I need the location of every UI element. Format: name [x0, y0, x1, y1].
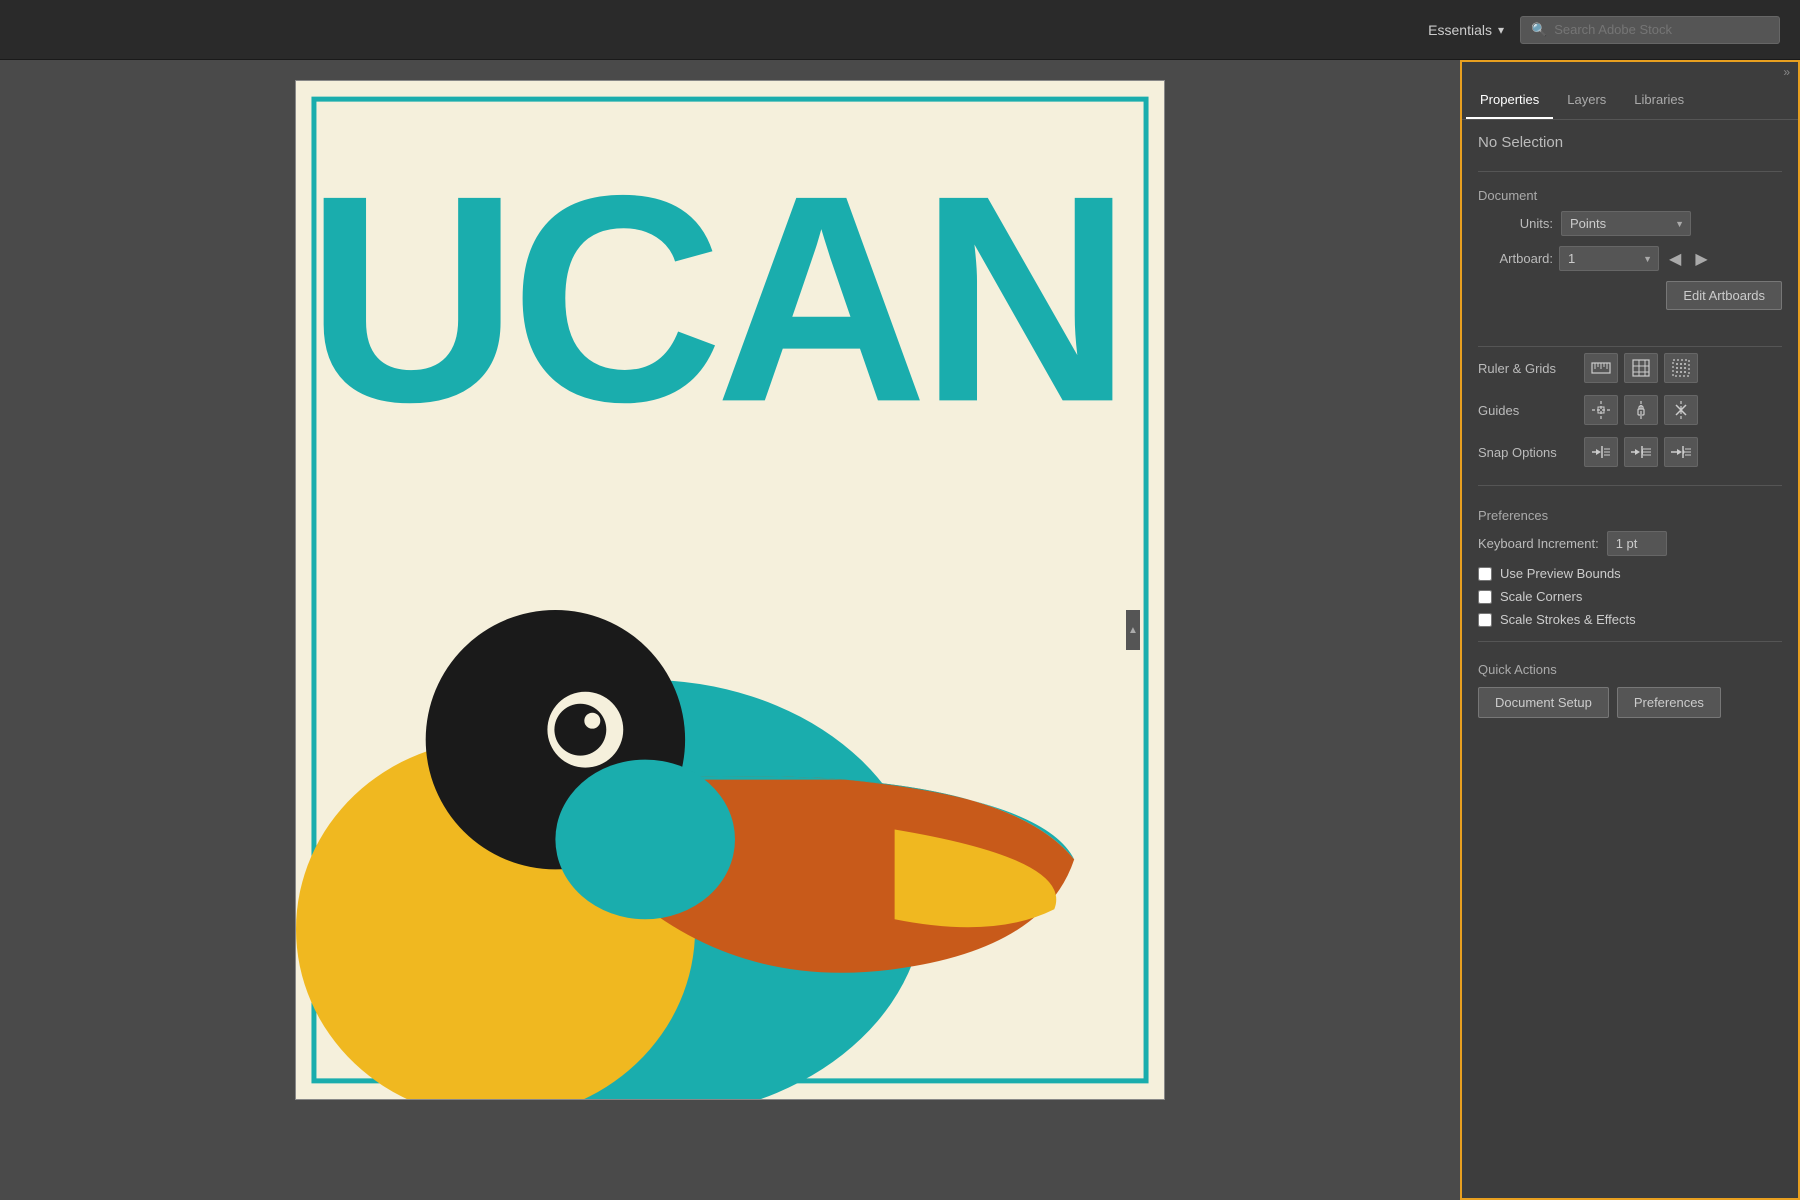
scale-corners-row: Scale Corners [1478, 589, 1782, 604]
search-bar: 🔍 [1520, 16, 1780, 44]
collapse-icon: ▲ [1128, 625, 1138, 636]
scale-strokes-effects-checkbox[interactable] [1478, 613, 1492, 627]
artwork-svg: UCAN [296, 81, 1164, 1099]
guides-label: Guides [1478, 403, 1578, 418]
units-label: Units: [1478, 216, 1553, 231]
divider-2 [1478, 346, 1782, 347]
no-selection-label: No Selection [1478, 134, 1782, 151]
scale-strokes-effects-row: Scale Strokes & Effects [1478, 612, 1782, 627]
edit-artboards-row: Edit Artboards [1478, 281, 1782, 326]
snap-icon-1 [1590, 442, 1612, 462]
essentials-button[interactable]: Essentials ▾ [1428, 22, 1504, 38]
snap-button-3[interactable] [1664, 437, 1698, 467]
search-icon: 🔍 [1531, 22, 1547, 38]
quick-actions-buttons: Document Setup Preferences [1478, 687, 1782, 718]
divider-3 [1478, 485, 1782, 486]
svg-text:UCAN: UCAN [306, 135, 1124, 463]
artwork-canvas: UCAN [295, 80, 1165, 1100]
snap-button-2[interactable] [1624, 437, 1658, 467]
guides-row: Guides [1478, 395, 1782, 425]
artboard-prev-button[interactable]: ◀ [1665, 247, 1685, 271]
document-setup-button[interactable]: Document Setup [1478, 687, 1609, 718]
quick-actions-section: Quick Actions Document Setup Preferences [1478, 662, 1782, 718]
units-select-wrapper: Points Pixels Inches Centimeters Millime… [1561, 211, 1691, 236]
scale-corners-label[interactable]: Scale Corners [1500, 589, 1582, 604]
artboard-label: Artboard: [1478, 251, 1553, 266]
scale-strokes-effects-label[interactable]: Scale Strokes & Effects [1500, 612, 1636, 627]
snap-options-row: Snap Options [1478, 437, 1782, 467]
pixel-grid-button[interactable] [1664, 353, 1698, 383]
tab-layers[interactable]: Layers [1553, 82, 1620, 119]
edit-artboards-button[interactable]: Edit Artboards [1666, 281, 1782, 310]
use-preview-bounds-row: Use Preview Bounds [1478, 566, 1782, 581]
lock-guides-icon [1631, 400, 1651, 420]
panel-tabs: Properties Layers Libraries [1462, 82, 1798, 120]
show-guides-button[interactable] [1584, 395, 1618, 425]
ruler-icon [1591, 358, 1611, 378]
snap-icon-3 [1670, 442, 1692, 462]
artboard-row: Artboard: 1 2 ◀ ▶ [1478, 246, 1782, 271]
clear-guides-icon [1671, 400, 1691, 420]
grid-button[interactable] [1624, 353, 1658, 383]
main-area: UCAN [0, 60, 1800, 1200]
divider-4 [1478, 641, 1782, 642]
divider-1 [1478, 171, 1782, 172]
ruler-grids-label: Ruler & Grids [1478, 361, 1578, 376]
quick-actions-label: Quick Actions [1478, 662, 1782, 677]
tab-properties[interactable]: Properties [1466, 82, 1553, 119]
show-guides-icon [1591, 400, 1611, 420]
units-row: Units: Points Pixels Inches Centimeters … [1478, 211, 1782, 236]
grid-icon [1631, 358, 1651, 378]
clear-guides-button[interactable] [1664, 395, 1698, 425]
right-panel: » Properties Layers Libraries No Selecti… [1460, 60, 1800, 1200]
snap-button-1[interactable] [1584, 437, 1618, 467]
snap-icon-2 [1630, 442, 1652, 462]
preferences-button[interactable]: Preferences [1617, 687, 1721, 718]
essentials-label: Essentials [1428, 22, 1492, 38]
lock-guides-button[interactable] [1624, 395, 1658, 425]
keyboard-increment-label: Keyboard Increment: [1478, 536, 1599, 551]
collapse-handle[interactable]: ▲ [1126, 610, 1140, 650]
keyboard-increment-row: Keyboard Increment: [1478, 531, 1782, 556]
preferences-section-label: Preferences [1478, 508, 1782, 523]
pixel-grid-icon [1671, 358, 1691, 378]
keyboard-increment-input[interactable] [1607, 531, 1667, 556]
canvas-area: UCAN [0, 60, 1460, 1200]
artboard-next-button[interactable]: ▶ [1691, 247, 1711, 271]
essentials-chevron: ▾ [1498, 23, 1504, 37]
use-preview-bounds-checkbox[interactable] [1478, 567, 1492, 581]
artboard-select-wrapper: 1 2 [1559, 246, 1659, 271]
preferences-section: Preferences Keyboard Increment: Use Prev… [1478, 498, 1782, 635]
double-chevron[interactable]: » [1462, 62, 1798, 82]
ruler-grids-row: Ruler & Grids [1478, 353, 1782, 383]
scale-corners-checkbox[interactable] [1478, 590, 1492, 604]
artboard-select[interactable]: 1 2 [1559, 246, 1659, 271]
search-input[interactable] [1554, 22, 1769, 37]
snap-options-label: Snap Options [1478, 445, 1578, 460]
use-preview-bounds-label[interactable]: Use Preview Bounds [1500, 566, 1621, 581]
tab-libraries[interactable]: Libraries [1620, 82, 1698, 119]
units-select[interactable]: Points Pixels Inches Centimeters Millime… [1561, 211, 1691, 236]
top-bar: Essentials ▾ 🔍 [0, 0, 1800, 60]
document-section-label: Document [1478, 188, 1782, 203]
ruler-button[interactable] [1584, 353, 1618, 383]
panel-content: No Selection Document Units: Points Pixe… [1462, 120, 1798, 732]
